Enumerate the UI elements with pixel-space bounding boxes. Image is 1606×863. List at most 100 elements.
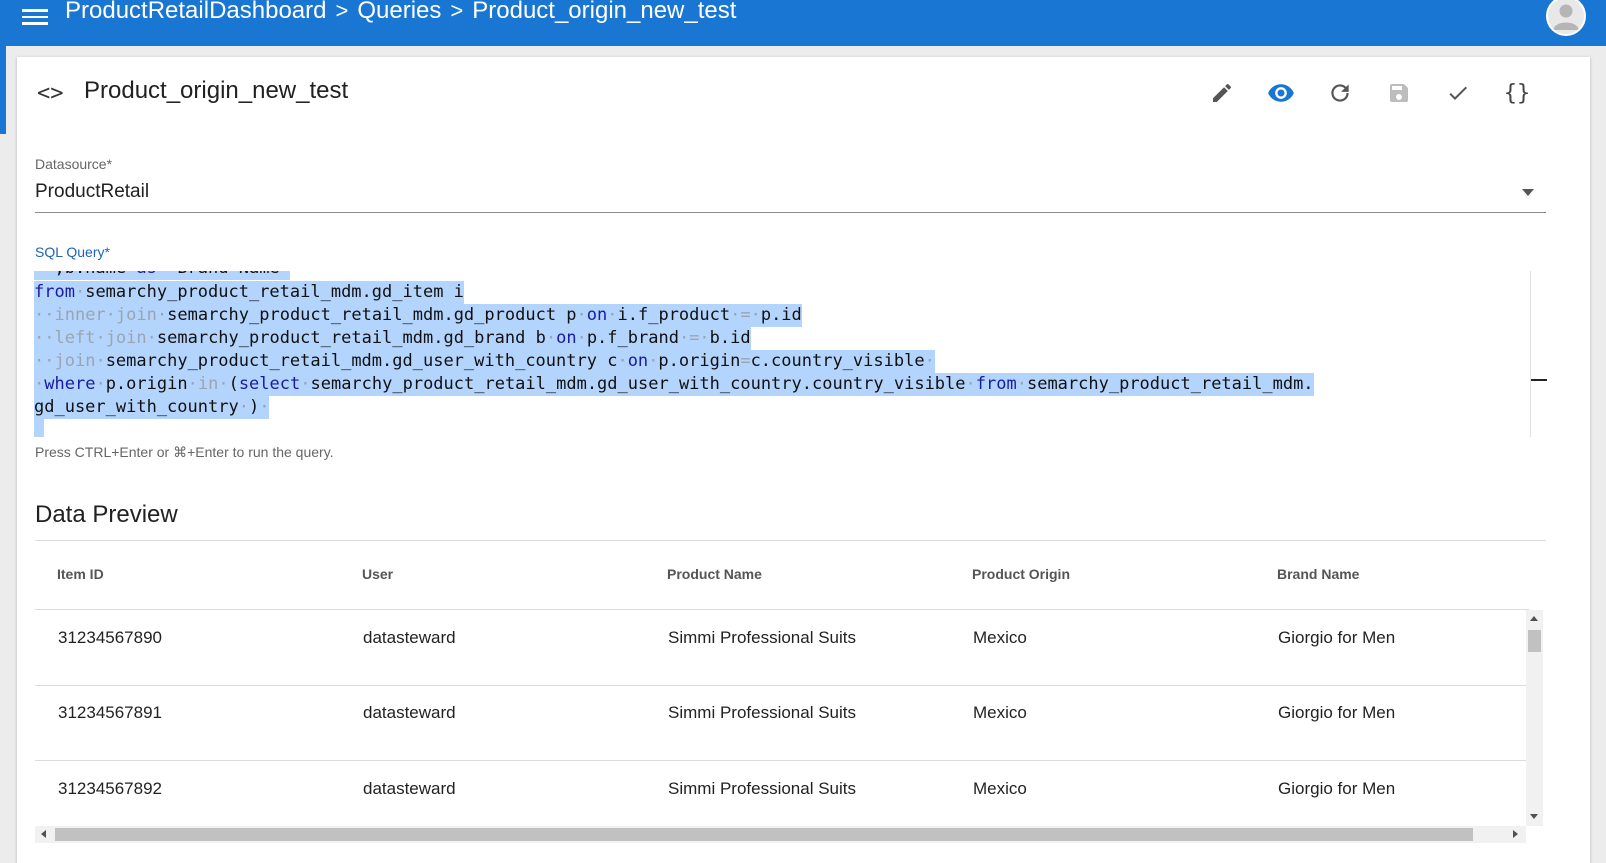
table-cell: Mexico xyxy=(973,779,1027,798)
sql-code-line[interactable]: ··inner·join·semarchy_product_retail_mdm… xyxy=(34,304,802,327)
datasource-select[interactable]: ProductRetail xyxy=(35,181,149,203)
scroll-up-icon[interactable] xyxy=(1530,616,1538,621)
sql-token: · xyxy=(607,305,618,325)
sql-token: = xyxy=(740,351,751,371)
column-header[interactable]: Brand Name xyxy=(1277,566,1359,582)
sql-keyword: select xyxy=(238,374,301,394)
sql-token: semarchy_product_retail_mdm.gd_product p xyxy=(167,305,577,325)
hamburger-menu-icon[interactable] xyxy=(22,6,48,26)
scroll-down-icon[interactable] xyxy=(1530,814,1538,819)
sql-token: · xyxy=(259,397,270,417)
table-cell: 31234567892 xyxy=(58,779,163,798)
sql-query-label: SQL Query* xyxy=(35,244,110,260)
sql-token: · xyxy=(300,374,311,394)
table-cell: Giorgio for Men xyxy=(1278,779,1396,798)
sql-token: join xyxy=(115,305,157,325)
code-toggle-icon[interactable]: <> xyxy=(37,81,64,106)
sql-token: left xyxy=(54,328,96,348)
check-icon[interactable] xyxy=(1436,73,1480,113)
editor-scrollbar[interactable] xyxy=(1530,271,1547,437)
sql-token: p.id xyxy=(760,305,802,325)
breadcrumb-item-current: Product_origin_new_test xyxy=(472,0,737,24)
table-vertical-scrollbar[interactable] xyxy=(1526,610,1543,826)
sql-token: · xyxy=(1016,374,1027,394)
sql-code-line[interactable] xyxy=(34,419,45,437)
sql-keyword: on xyxy=(556,328,577,348)
sql-token: p.origin xyxy=(658,351,741,371)
table-cell: datasteward xyxy=(363,628,456,647)
user-avatar-icon[interactable] xyxy=(1546,0,1586,36)
sql-token: · xyxy=(74,282,86,302)
eye-icon[interactable] xyxy=(1259,73,1303,113)
sql-keyword: where xyxy=(44,374,96,394)
column-header[interactable]: Product Name xyxy=(667,566,762,582)
sql-token: · xyxy=(238,397,249,417)
page-title: Product_origin_new_test xyxy=(84,77,349,104)
table-cell: Simmi Professional Suits xyxy=(668,628,857,647)
sql-token: join xyxy=(105,328,147,348)
sql-token: gd_user_with_country xyxy=(34,397,239,417)
sql-token: semarchy_product_retail_mdm.gd_item i xyxy=(85,282,464,302)
scroll-left-icon[interactable] xyxy=(41,830,46,838)
breadcrumb-item-dashboard[interactable]: ProductRetailDashboard xyxy=(65,0,326,24)
sql-token: · xyxy=(648,351,659,371)
breadcrumb: ProductRetailDashboard > Queries > Product_o… xyxy=(65,0,736,25)
sql-code-line[interactable]: ,b.name as "Brand Name" xyxy=(34,271,290,280)
side-accent xyxy=(0,46,6,134)
sql-code-line[interactable]: ·where·p.origin·in·(select·semarchy_prod… xyxy=(34,373,1314,396)
query-editor-card: <> Product_origin_new_test {} Datasource… xyxy=(17,57,1590,863)
scrollbar-thumb[interactable] xyxy=(55,828,1473,841)
row-divider xyxy=(35,609,1529,610)
column-header[interactable]: Item ID xyxy=(57,566,104,582)
sql-token: ·· xyxy=(34,328,55,348)
sql-token: semarchy_product_retail_mdm.gd_brand b xyxy=(156,328,546,348)
sql-token: · xyxy=(95,351,106,371)
sql-token: b.id xyxy=(709,328,751,348)
sql-code-line[interactable]: ··join·semarchy_product_retail_mdm.gd_us… xyxy=(34,350,935,373)
sql-token: · xyxy=(576,305,587,325)
table-cell: datasteward xyxy=(363,779,456,798)
sql-token: p.origin xyxy=(105,374,188,394)
sql-token: ( xyxy=(228,374,239,394)
pencil-icon[interactable] xyxy=(1200,73,1244,113)
sql-token: ,b.name xyxy=(34,271,136,278)
sql-token: · xyxy=(965,374,976,394)
sql-token: p.f_brand xyxy=(586,328,679,348)
sql-editor[interactable]: ,b.name as "Brand Name"from·semarchy_pro… xyxy=(34,271,1530,437)
sql-token: join xyxy=(54,351,96,371)
refresh-icon[interactable] xyxy=(1318,73,1362,113)
table-cell: 31234567890 xyxy=(58,628,163,647)
braces-icon[interactable]: {} xyxy=(1495,73,1539,113)
dropdown-arrow-icon[interactable] xyxy=(1522,189,1534,196)
sql-token: · xyxy=(34,374,45,394)
sql-token: · xyxy=(576,328,587,348)
sql-token: ·=· xyxy=(678,328,710,348)
sql-token: · xyxy=(545,328,557,348)
run-hint: Press CTRL+Enter or ⌘+Enter to run the q… xyxy=(35,444,334,460)
chevron-right-icon: > xyxy=(450,0,464,23)
datasource-underline xyxy=(35,212,1546,213)
sql-token: c.country_visible xyxy=(750,351,925,371)
row-divider xyxy=(35,760,1529,761)
sql-code-line[interactable]: ··left·join·semarchy_product_retail_mdm.… xyxy=(34,327,751,350)
scroll-right-icon[interactable] xyxy=(1513,830,1518,838)
save-icon[interactable] xyxy=(1377,73,1421,113)
sql-token: ·· xyxy=(34,305,55,325)
column-header[interactable]: Product Origin xyxy=(972,566,1070,582)
breadcrumb-item-queries[interactable]: Queries xyxy=(357,0,441,24)
sql-keyword: on xyxy=(627,351,649,371)
column-header[interactable]: User xyxy=(362,566,393,582)
table-cell: Simmi Professional Suits xyxy=(668,779,857,798)
datasource-label: Datasource* xyxy=(35,156,113,172)
table-cell: datasteward xyxy=(363,703,456,722)
sql-code-line[interactable]: gd_user_with_country·)· xyxy=(34,396,270,419)
sql-keyword: from xyxy=(975,374,1017,394)
scrollbar-thumb[interactable] xyxy=(1528,630,1541,652)
table-cell: 31234567891 xyxy=(58,703,163,722)
sql-code-line[interactable]: from·semarchy_product_retail_mdm.gd_item… xyxy=(34,281,464,304)
sql-token: · xyxy=(924,351,935,371)
table-horizontal-scrollbar[interactable] xyxy=(35,826,1526,843)
sql-token: i.f_product xyxy=(617,305,731,325)
section-divider xyxy=(35,540,1546,541)
sql-token: in xyxy=(197,374,219,394)
